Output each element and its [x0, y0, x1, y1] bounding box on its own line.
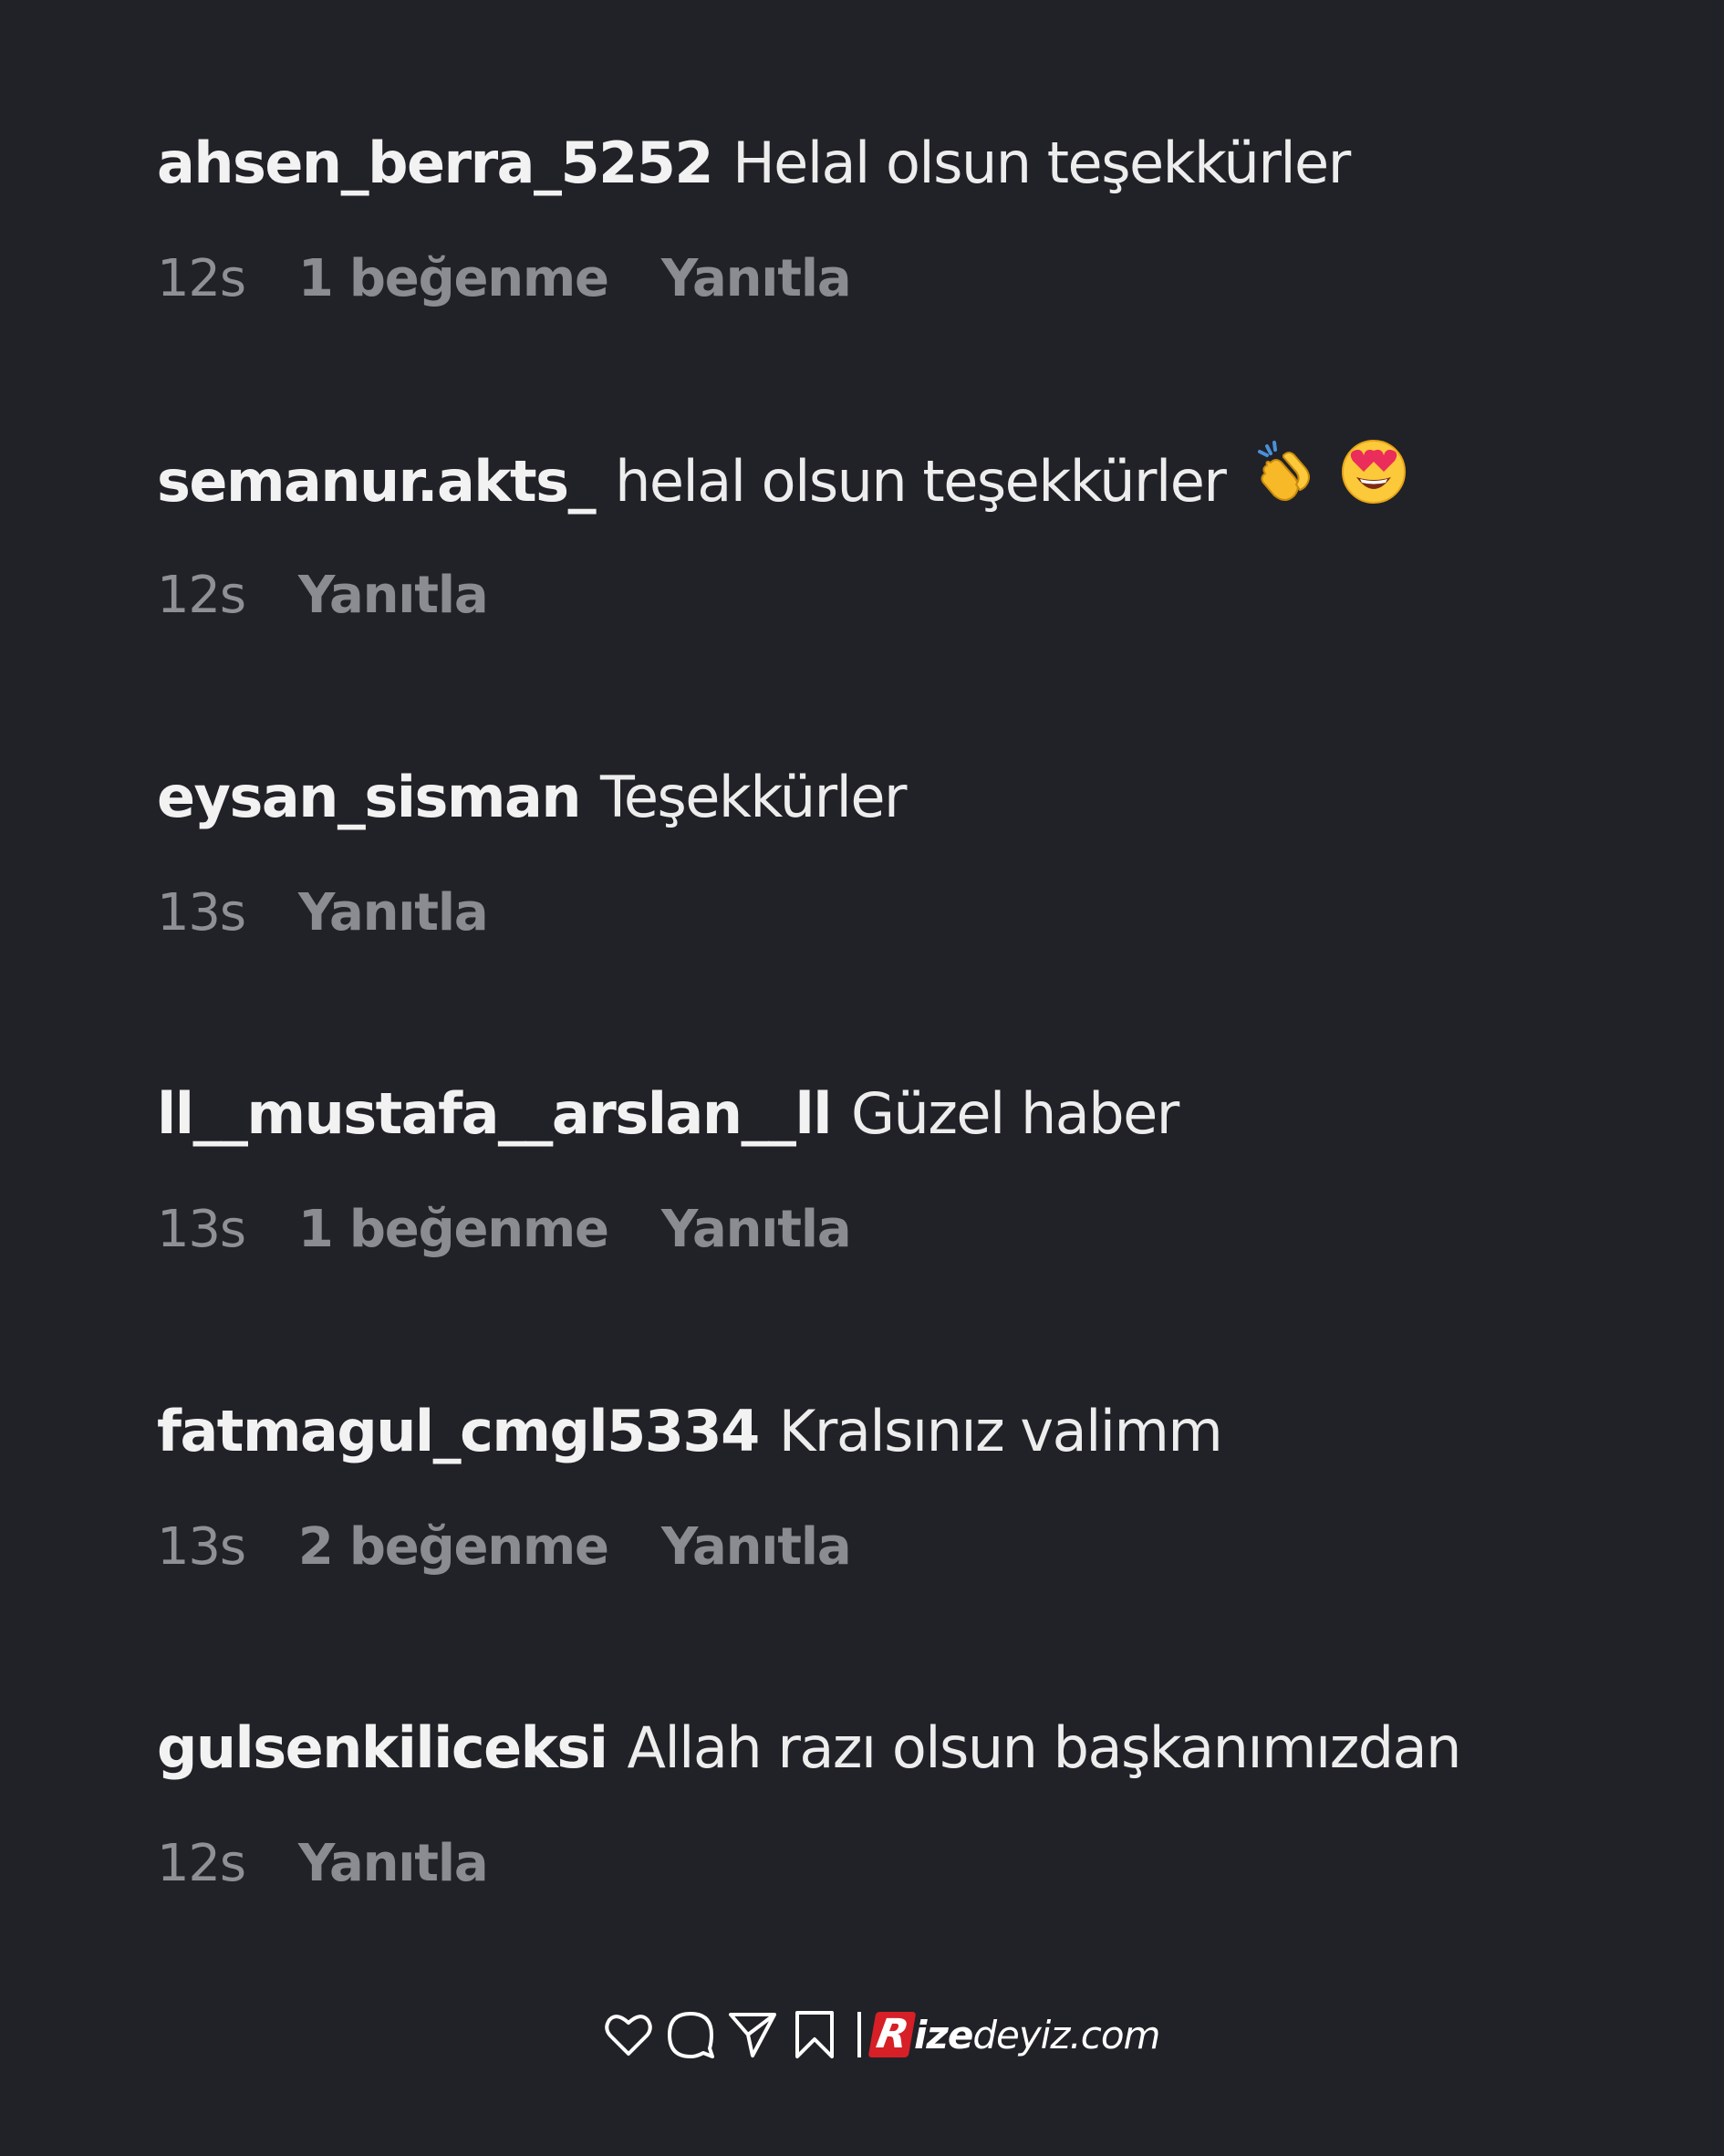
heart-icon[interactable] [602, 2008, 655, 2061]
comment-username[interactable]: fatmagul_cmgl5334 [157, 1398, 760, 1464]
reply-button[interactable]: Yanıtla [298, 559, 489, 632]
brand-logo-ize: ize [914, 2012, 973, 2057]
comment-meta: 12s 1 beğenme Yanıtla [157, 243, 903, 316]
comment-body: Güzel haber [851, 1080, 1179, 1147]
comment-body: Helal olsun teşekkürler [732, 130, 1351, 196]
brand-logo-r: R [867, 2011, 917, 2057]
comment-text-line: fatmagul_cmgl5334 Kralsınız valimm [157, 1390, 1223, 1473]
comment-text-line: gulsenkiliceksi Allah razı olsun başkanım… [157, 1707, 1462, 1789]
comment-body: helal olsun teşekkürler [615, 448, 1227, 516]
heart-eyes-emoji [1338, 435, 1409, 528]
comment-meta: 12s Yanıtla [157, 1828, 540, 1901]
comment-text-line: eysan_sisman Teşekkürler [157, 756, 907, 838]
brand-logo: Rize deyiz.com [867, 2011, 1160, 2057]
bookmark-icon[interactable] [788, 2008, 841, 2061]
comment-username[interactable]: ahsen_berra_5252 [157, 130, 714, 196]
comment-icon[interactable] [664, 2008, 717, 2061]
brand-logo-domain: deyiz.com [972, 2012, 1160, 2057]
comment-body: Teşekkürler [599, 764, 907, 830]
comment-likes[interactable]: 1 beğenme [298, 1193, 609, 1266]
comment-text-line: semanur.akts_ helal olsun teşekkürler [157, 439, 1409, 521]
footer-divider [857, 2012, 861, 2057]
comment-username[interactable]: semanur.akts_ [157, 448, 597, 515]
comment-time[interactable]: 13s [157, 1193, 246, 1266]
comment-meta: 13s 2 beğenme Yanıtla [157, 1511, 903, 1584]
comment-text-line: ahsen_berra_5252 Helal olsun teşekkürler [157, 122, 1351, 204]
clapping-hands-emoji [1251, 435, 1322, 528]
comment-time[interactable]: 12s [157, 559, 246, 632]
comment-time[interactable]: 13s [157, 877, 246, 950]
comment-text-line: ll__mustafa__arslan__ll Güzel haber [157, 1073, 1179, 1155]
comment-likes[interactable]: 1 beğenme [298, 243, 609, 316]
footer-bar: Rize deyiz.com [602, 1998, 1160, 2071]
reply-button[interactable]: Yanıtla [661, 1511, 852, 1584]
comment-username[interactable]: ll__mustafa__arslan__ll [157, 1080, 833, 1147]
comment-time[interactable]: 12s [157, 1828, 246, 1901]
comment-likes[interactable]: 2 beğenme [298, 1511, 609, 1584]
comment-username[interactable]: gulsenkiliceksi [157, 1714, 608, 1781]
comment-body: Allah razı olsun başkanımızdan [627, 1714, 1462, 1781]
comment-meta: 13s Yanıtla [157, 877, 540, 950]
reply-button[interactable]: Yanıtla [298, 877, 489, 950]
comment-meta: 13s 1 beğenme Yanıtla [157, 1193, 903, 1266]
reply-button[interactable]: Yanıtla [298, 1828, 489, 1901]
comment-body: Kralsınız valimm [778, 1398, 1223, 1464]
reply-button[interactable]: Yanıtla [661, 243, 852, 316]
comment-time[interactable]: 12s [157, 243, 246, 316]
comment-time[interactable]: 13s [157, 1511, 246, 1584]
comment-meta: 12s Yanıtla [157, 559, 540, 632]
comment-username[interactable]: eysan_sisman [157, 764, 581, 830]
send-icon[interactable] [726, 2008, 779, 2061]
reply-button[interactable]: Yanıtla [661, 1193, 852, 1266]
